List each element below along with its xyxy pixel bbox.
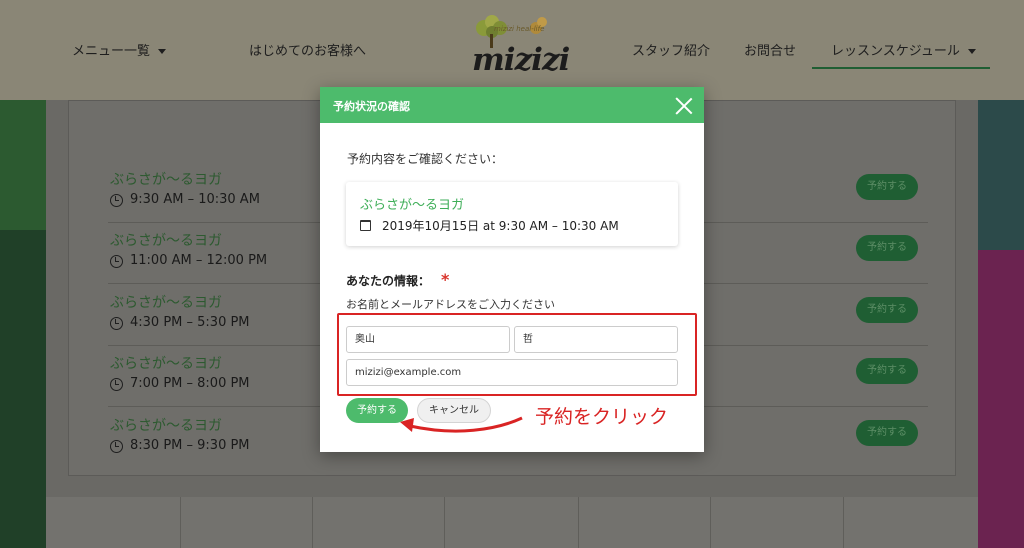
nav-menu-list[interactable]: メニュー一覧 (72, 40, 167, 59)
nav-lesson-schedule[interactable]: レッスンスケジュール (831, 40, 976, 59)
lesson-name[interactable]: ぶらさが〜るヨガ (110, 292, 222, 312)
nav-staff-label: スタッフ紹介 (632, 44, 711, 59)
calendar-footer-row (46, 497, 978, 548)
lesson-reserve-button[interactable]: 予約する (856, 174, 918, 200)
calendar-divider (578, 497, 579, 548)
site-logo[interactable]: mizizi heal-life mizizi (470, 12, 570, 80)
lesson-name[interactable]: ぶらさが〜るヨガ (110, 415, 222, 435)
modal-title: 予約状況の確認 (333, 100, 410, 113)
lesson-name[interactable]: ぶらさが〜るヨガ (110, 169, 222, 189)
lesson-reserve-button[interactable]: 予約する (856, 358, 918, 384)
summary-lesson-name: ぶらさが〜るヨガ (360, 198, 465, 213)
background-image-right-top (978, 100, 1024, 250)
logo-text: mizizi (472, 42, 570, 78)
lesson-time: 11:00 AM – 12:00 PM (130, 253, 268, 268)
lesson-time: 8:30 PM – 9:30 PM (130, 438, 250, 453)
chevron-down-icon (158, 49, 167, 54)
background-image-left-top (0, 100, 46, 230)
nav-active-underline (812, 67, 990, 69)
calendar-divider (710, 497, 711, 548)
clock-icon (110, 194, 123, 207)
calendar-divider (444, 497, 445, 548)
calendar-icon (360, 220, 371, 231)
lesson-reserve-button[interactable]: 予約する (856, 420, 918, 446)
chevron-down-icon (967, 49, 976, 54)
first-name-field[interactable]: 哲 (514, 326, 678, 353)
nav-contact[interactable]: お問合せ (744, 40, 796, 59)
reservation-modal: 予約状況の確認 予約内容をご確認ください： ぶらさが〜るヨガ 2019年10月1… (320, 87, 704, 452)
lesson-time: 9:30 AM – 10:30 AM (130, 192, 260, 207)
nav-staff[interactable]: スタッフ紹介 (632, 40, 710, 59)
lesson-time: 4:30 PM – 5:30 PM (130, 315, 250, 330)
reservation-summary: ぶらさが〜るヨガ 2019年10月15日 at 9:30 AM – 10:30 … (346, 182, 678, 246)
your-info-label: あなたの情報： (346, 274, 431, 288)
calendar-divider (843, 497, 844, 548)
nav-menu-list-label: メニュー一覧 (72, 44, 151, 59)
close-icon[interactable] (674, 95, 694, 115)
clock-icon (110, 440, 123, 453)
nav-lesson-schedule-label: レッスンスケジュール (831, 44, 960, 59)
clock-icon (110, 378, 123, 391)
site-header: メニュー一覧 はじめてのお客様へ mizizi heal-life mizizi… (0, 0, 1024, 100)
summary-date: 2019年10月15日 at 9:30 AM – 10:30 AM (382, 219, 619, 233)
lesson-reserve-button[interactable]: 予約する (856, 235, 918, 261)
nav-first-time[interactable]: はじめてのお客様へ (249, 40, 366, 59)
last-name-field[interactable]: 奥山 (346, 326, 510, 353)
clock-icon (110, 317, 123, 330)
calendar-divider (180, 497, 181, 548)
logo-subtext: mizizi heal-life (494, 25, 545, 33)
lesson-reserve-button[interactable]: 予約する (856, 297, 918, 323)
lesson-name[interactable]: ぶらさが〜るヨガ (110, 353, 222, 373)
nav-contact-label: お問合せ (744, 44, 797, 59)
annotation-text: 予約をクリック (535, 406, 669, 428)
nav-first-time-label: はじめてのお客様へ (249, 44, 367, 59)
required-mark: * (441, 270, 450, 289)
calendar-divider (312, 497, 313, 548)
lesson-name[interactable]: ぶらさが〜るヨガ (110, 230, 222, 250)
email-field[interactable]: mizizi@example.com (346, 359, 678, 386)
clock-icon (110, 255, 123, 268)
info-instructions: お名前とメールアドレスをご入力ください (346, 298, 555, 311)
annotation-arrow-icon (400, 416, 523, 433)
modal-header: 予約状況の確認 (320, 87, 704, 123)
confirm-text: 予約内容をご確認ください： (347, 152, 504, 166)
lesson-time: 7:00 PM – 8:00 PM (130, 376, 250, 391)
